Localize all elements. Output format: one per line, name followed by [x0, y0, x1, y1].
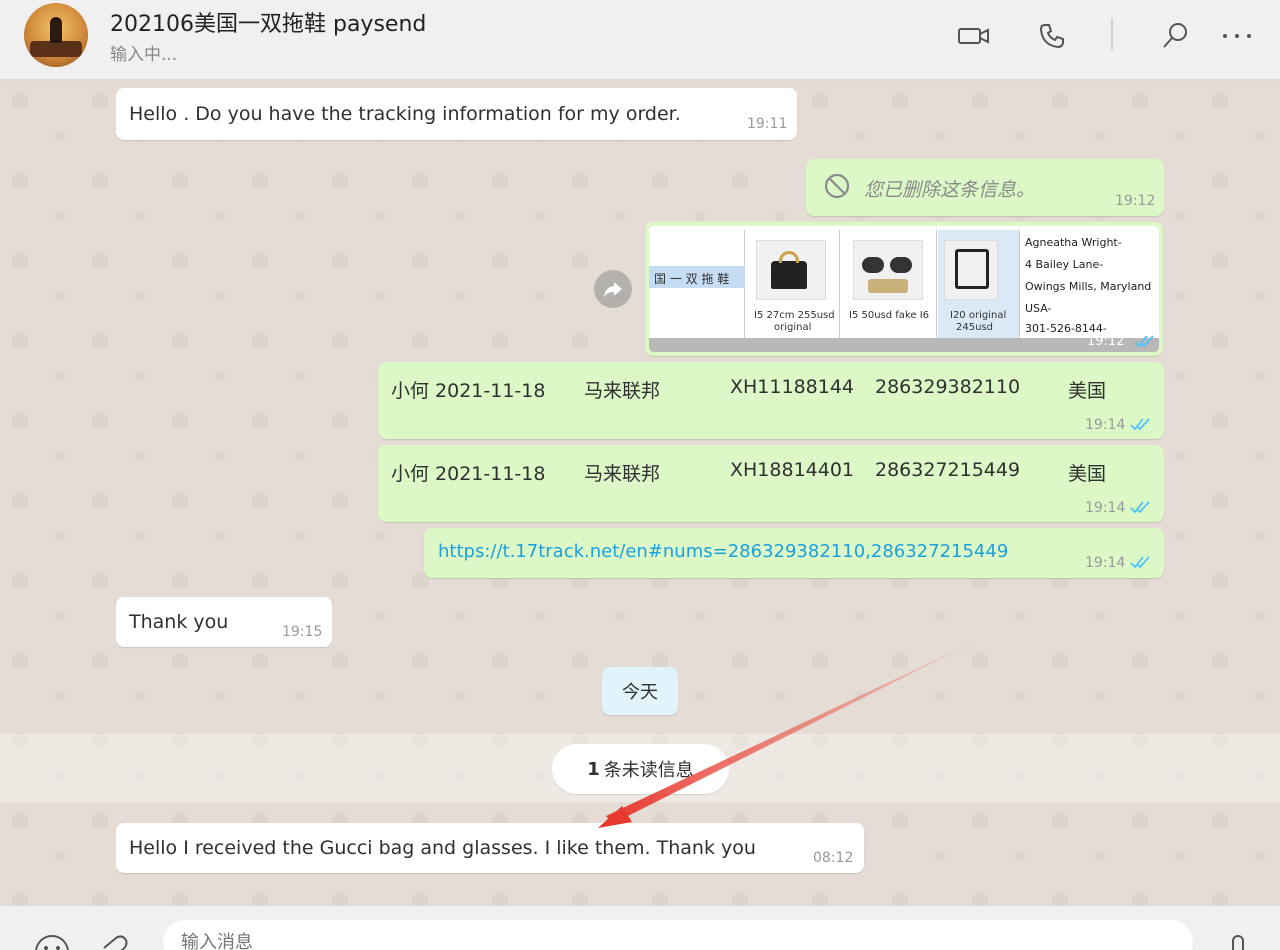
attach-button[interactable] [96, 934, 130, 950]
annotation-arrow [598, 640, 978, 828]
emoji-button[interactable] [32, 932, 72, 950]
message-input[interactable] [181, 932, 1081, 950]
composer-bar [0, 906, 1280, 950]
paperclip-icon [103, 935, 128, 950]
emoji-icon [35, 935, 69, 950]
message-input-box[interactable] [163, 920, 1193, 950]
voice-message-button[interactable] [1226, 932, 1250, 950]
microphone-icon [1232, 935, 1244, 950]
